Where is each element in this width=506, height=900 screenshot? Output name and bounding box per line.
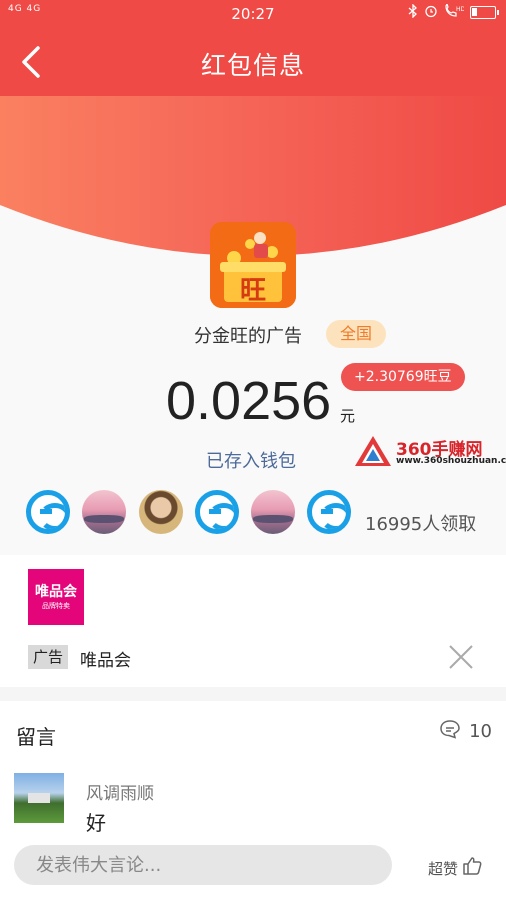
watermark: 360手赚网 www.360shouzhuan.com [354,433,506,469]
avatar[interactable] [82,490,126,534]
watermark-url: www.360shouzhuan.com [396,456,506,466]
avatar[interactable] [251,490,295,534]
ad-logo-line1: 唯品会 [35,584,77,600]
page-title: 红包信息 [200,51,305,80]
status-icons: HD [408,2,499,21]
avatar[interactable] [26,490,70,534]
alarm-icon [424,4,438,21]
ad-logo[interactable]: 唯品会 品牌特卖 [28,569,84,625]
hd-call-icon: HD [444,2,466,21]
back-arrow-icon[interactable] [18,44,48,80]
ad-logo-line2: 品牌特卖 [42,602,70,610]
comments-title: 留言 [16,725,56,749]
saved-to-wallet-link[interactable]: 已存入钱包 [206,447,296,473]
watermark-logo-icon [355,436,391,466]
avatar[interactable] [307,490,351,534]
thumbs-up-icon [462,856,482,880]
app-logo: 旺 [210,222,296,308]
title-bar: 红包信息 [0,28,506,96]
comment-count[interactable]: 10 [439,719,492,744]
comment-input-bar[interactable] [14,845,392,885]
ad-block[interactable]: 唯品会 品牌特卖 广告 唯品会 [0,555,506,687]
amount-value: 0.0256 [166,371,332,431]
ad-name[interactable]: 唯品会 [80,646,131,671]
avatar[interactable] [139,490,183,534]
close-icon[interactable] [448,644,474,670]
source-name: 分金旺的广告 [194,326,302,347]
avatar[interactable] [195,490,239,534]
ad-tag: 广告 [28,645,69,669]
region-badge: 全国 [326,320,387,348]
comment-input[interactable] [36,845,376,885]
comment-count-value: 10 [469,721,492,742]
source-row: 分金旺的广告 全国 [0,320,506,348]
like-label: 超赞 [428,859,459,878]
receiver-count[interactable]: 16995人领取 [365,510,476,536]
comment-user[interactable]: 风调雨顺 [86,779,154,804]
bonus-badge: +2.30769旺豆 [341,363,465,391]
comment-text: 好 [86,811,106,835]
comment-bubble-icon [439,719,461,744]
like-button[interactable]: 超赞 [428,856,482,880]
avatar[interactable] [14,773,64,823]
svg-text:HD: HD [456,6,464,13]
amount-unit: 元 [340,407,356,425]
app-logo-text: 旺 [239,276,266,306]
bluetooth-icon [408,3,418,21]
receiver-avatars [26,490,366,534]
status-bar: 4G 4G 20:27 HD [0,0,506,28]
battery-icon [470,6,499,19]
